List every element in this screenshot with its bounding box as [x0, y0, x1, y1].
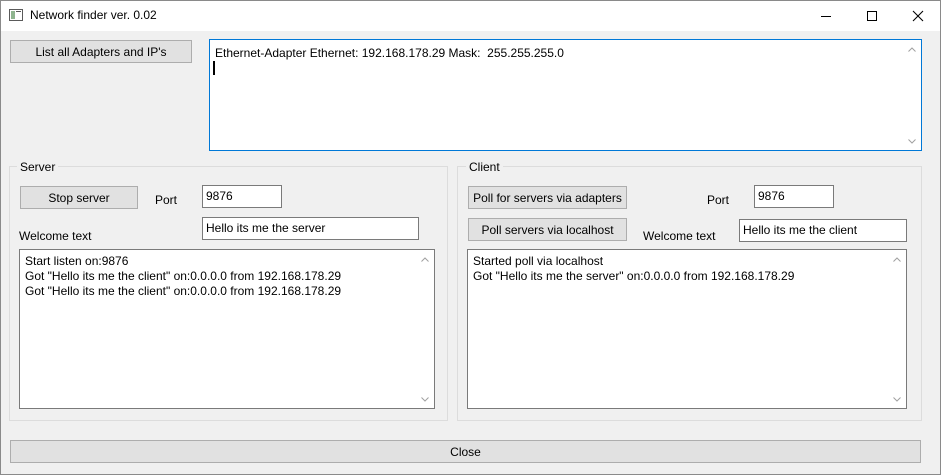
client-log-content: Started poll via localhost Got "Hello its… [473, 254, 886, 284]
server-log-textarea[interactable]: Start listen on:9876 Got "Hello its me th… [19, 249, 435, 409]
client-log-scrollbar[interactable] [889, 251, 905, 407]
log-line: Start listen on:9876 [25, 254, 129, 268]
adapters-output-scrollbar[interactable] [904, 41, 920, 149]
server-log-content: Start listen on:9876 Got "Hello its me th… [25, 254, 414, 299]
log-line: Got "Hello its me the client" on:0.0.0.0… [25, 269, 342, 283]
poll-localhost-button[interactable]: Poll servers via localhost [468, 218, 627, 241]
scroll-up-arrow-icon[interactable] [417, 251, 433, 267]
list-adapters-button[interactable]: List all Adapters and IP's [10, 40, 192, 63]
window-title: Network finder ver. 0.02 [30, 8, 157, 22]
server-welcome-label: Welcome text [19, 229, 92, 243]
server-group-label: Server [17, 160, 59, 174]
adapters-output-textarea[interactable]: Ethernet-Adapter Ethernet: 192.168.178.2… [209, 39, 922, 151]
scroll-up-arrow-icon[interactable] [889, 251, 905, 267]
client-log-textarea[interactable]: Started poll via localhost Got "Hello its… [467, 249, 907, 409]
maximize-icon [867, 10, 877, 21]
client-port-label: Port [707, 193, 730, 207]
scroll-up-arrow-icon[interactable] [904, 41, 920, 57]
server-port-input[interactable]: 9876 [202, 185, 282, 208]
close-window-button[interactable] [895, 0, 941, 31]
app-icon [9, 9, 23, 21]
stop-server-button[interactable]: Stop server [20, 186, 138, 209]
minimize-button[interactable] [803, 0, 849, 31]
client-welcome-label: Welcome text [643, 229, 716, 243]
scroll-down-arrow-icon[interactable] [417, 391, 433, 407]
scroll-down-arrow-icon[interactable] [904, 133, 920, 149]
close-icon [912, 10, 924, 21]
close-button[interactable]: Close [10, 440, 921, 463]
log-line: Started poll via localhost [473, 254, 604, 268]
text-caret [213, 61, 215, 75]
client-group-label: Client [466, 160, 503, 174]
client-welcome-input[interactable]: Hello its me the client [739, 219, 907, 242]
title-bar[interactable]: Network finder ver. 0.02 [0, 0, 941, 31]
minimize-icon [821, 15, 831, 17]
server-welcome-input[interactable]: Hello its me the server [202, 217, 419, 240]
adapters-output-content: Ethernet-Adapter Ethernet: 192.168.178.2… [213, 46, 901, 76]
poll-adapters-button[interactable]: Poll for servers via adapters [468, 186, 627, 209]
log-line: Got "Hello its me the client" on:0.0.0.0… [25, 284, 342, 298]
adapters-output-line: Ethernet-Adapter Ethernet: 192.168.178.2… [215, 46, 564, 60]
scroll-down-arrow-icon[interactable] [889, 391, 905, 407]
log-line: Got "Hello its me the server" on:0.0.0.0… [473, 269, 795, 283]
server-port-label: Port [155, 193, 178, 207]
maximize-button[interactable] [849, 0, 895, 31]
client-port-input[interactable]: 9876 [754, 185, 834, 208]
server-log-scrollbar[interactable] [417, 251, 433, 407]
